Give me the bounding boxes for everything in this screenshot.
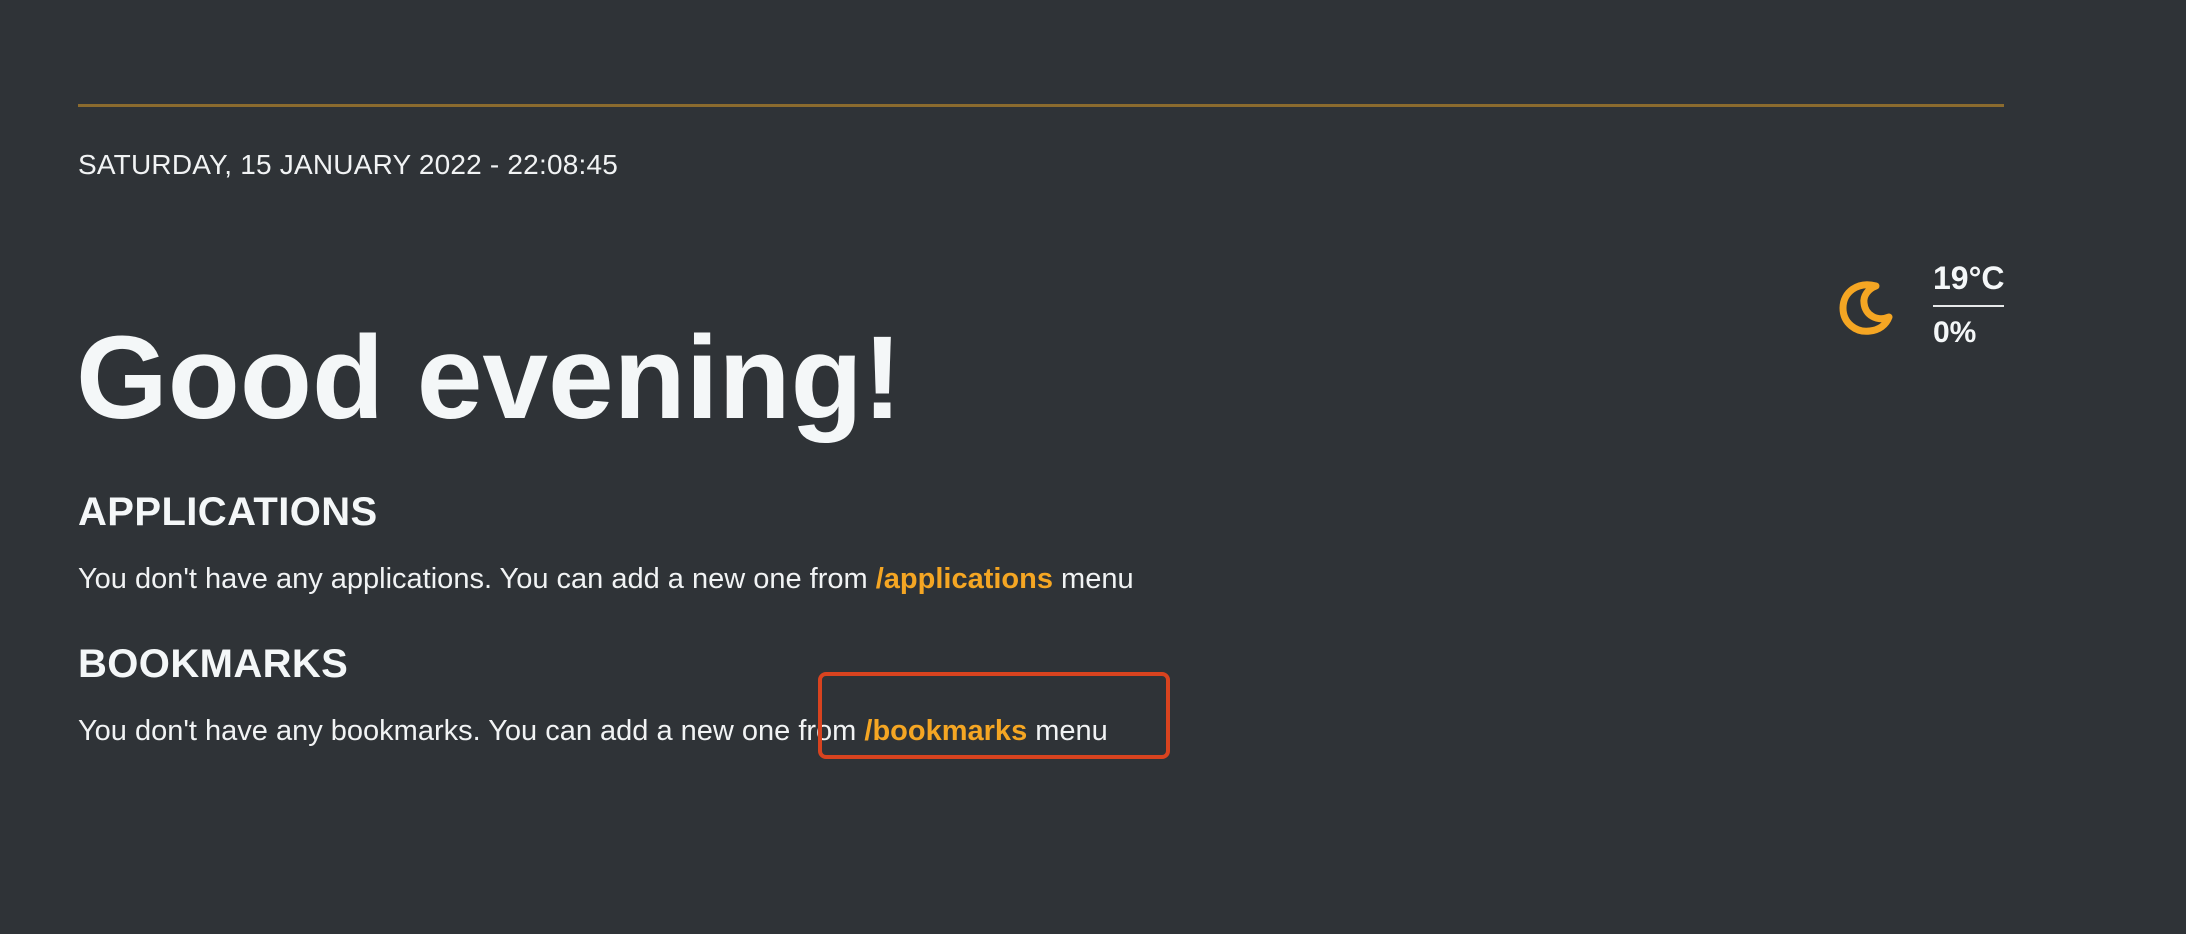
crescent-moon-icon bbox=[1839, 281, 1893, 335]
humidity-value: 0% bbox=[1933, 316, 1977, 349]
applications-menu-link[interactable]: /applications bbox=[876, 563, 1053, 595]
top-divider bbox=[78, 104, 2004, 107]
applications-message-prefix: You don't have any applications. You can… bbox=[78, 563, 876, 595]
weather-widget: 19°C 0% bbox=[1829, 254, 2005, 364]
weather-divider bbox=[1933, 305, 2004, 307]
applications-heading: APPLICATIONS bbox=[78, 490, 378, 535]
bookmarks-empty-message: You don't have any bookmarks. You can ad… bbox=[78, 714, 1108, 749]
homepage-content: SATURDAY, 15 JANUARY 2022 - 22:08:45 Goo… bbox=[76, 0, 2005, 934]
applications-empty-message: You don't have any applications. You can… bbox=[78, 562, 1134, 597]
bookmarks-heading: BOOKMARKS bbox=[78, 642, 349, 687]
date-time-display: SATURDAY, 15 JANUARY 2022 - 22:08:45 bbox=[78, 149, 619, 180]
bookmarks-message-prefix: You don't have any bookmarks. You can ad… bbox=[78, 715, 865, 747]
greeting-heading: Good evening! bbox=[76, 312, 902, 445]
dashboard-page: { "header": { "date_time": "SATURDAY, 15… bbox=[0, 0, 2186, 934]
bookmarks-menu-link[interactable]: /bookmarks bbox=[864, 715, 1027, 747]
bookmarks-message-suffix: menu bbox=[1027, 715, 1108, 747]
applications-message-suffix: menu bbox=[1053, 563, 1134, 595]
temperature-value: 19°C bbox=[1933, 260, 2005, 296]
weather-stats: 19°C 0% bbox=[1933, 254, 2005, 355]
